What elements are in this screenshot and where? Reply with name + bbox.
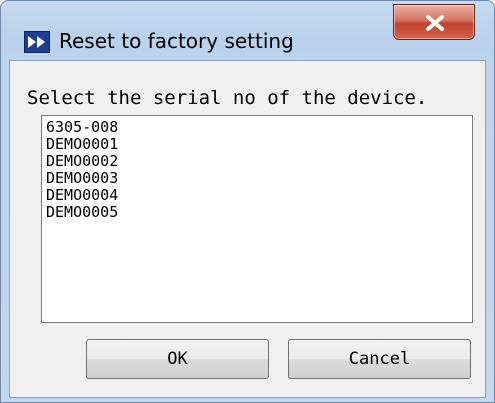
list-item[interactable]: DEMO0001 [46, 136, 468, 153]
list-item[interactable]: DEMO0002 [46, 153, 468, 170]
list-item[interactable]: DEMO0004 [46, 187, 468, 204]
ok-button[interactable]: OK [86, 339, 269, 379]
window-title: Reset to factory setting [59, 29, 294, 53]
close-icon [426, 15, 444, 31]
close-button[interactable] [393, 4, 475, 40]
title-bar[interactable]: Reset to factory setting [1, 1, 494, 59]
list-item[interactable]: DEMO0003 [46, 170, 468, 187]
cancel-button[interactable]: Cancel [288, 339, 471, 379]
list-item[interactable]: DEMO0005 [46, 204, 468, 221]
list-item[interactable]: 6305-008 [46, 119, 468, 136]
prompt-label: Select the serial no of the device. [27, 87, 428, 109]
app-logo-icon [24, 31, 50, 53]
dialog-window: Reset to factory setting Select the seri… [0, 0, 495, 403]
serial-listbox[interactable]: 6305-008 DEMO0001 DEMO0002 DEMO0003 DEMO… [41, 115, 473, 323]
